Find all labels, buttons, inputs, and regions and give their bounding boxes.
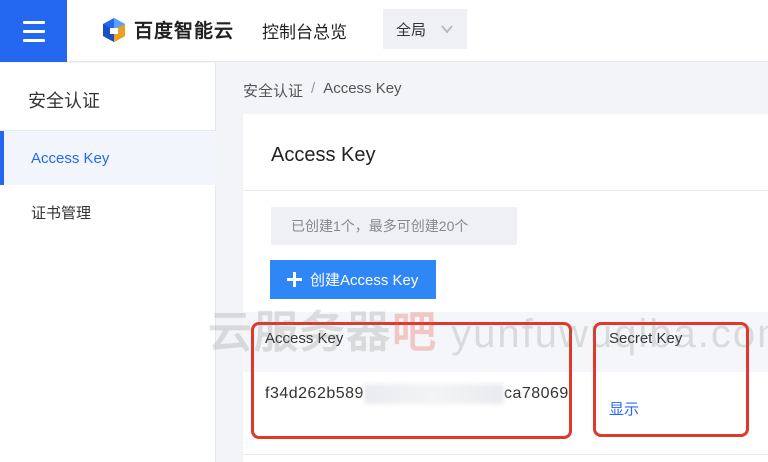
card-divider [243,190,768,191]
breadcrumb: 安全认证 / Access Key [243,80,402,101]
breadcrumb-parent[interactable]: 安全认证 [243,80,303,101]
plus-icon [287,272,302,287]
sidebar-item-access-key[interactable]: Access Key [0,131,216,185]
top-bar: 百度智能云 控制台总览 全局 [0,0,768,62]
watermark-cn-red: 吧 [392,308,438,357]
row-divider [243,454,768,455]
create-button-label: 创建Access Key [310,272,419,289]
sidebar-title: 安全认证 [28,91,100,111]
watermark: 云服务器吧 yunfuwuqiba.com [208,296,768,360]
create-access-key-button[interactable]: 创建Access Key [270,260,436,299]
page-title: Access Key [271,144,376,166]
breadcrumb-separator: / [311,80,316,97]
brand-logo[interactable]: 百度智能云 [102,16,234,43]
breadcrumb-current: Access Key [323,80,402,97]
region-select[interactable]: 全局 [383,9,467,49]
baidu-cloud-logo [103,17,125,42]
console-overview-link[interactable]: 控制台总览 [262,18,347,43]
watermark-latin: yunfuwuqiba.com [438,312,768,356]
chevron-down-icon [441,25,453,34]
brand-name: 百度智能云 [134,21,235,42]
quota-note: 已创建1个，最多可创建20个 [271,207,517,245]
region-label: 全局 [396,21,427,39]
watermark-cn: 云服务器 [208,308,392,357]
sidebar: 安全认证 Access Key 证书管理 [0,63,216,462]
sidebar-item-certificate-management[interactable]: 证书管理 [0,185,216,239]
menu-icon[interactable] [0,0,67,62]
